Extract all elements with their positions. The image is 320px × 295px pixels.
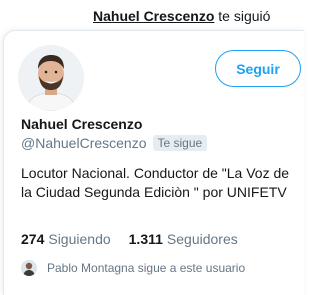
followed-by-text: Pablo Montagna sigue a este usuario [47, 261, 246, 275]
notification-action-text: te siguió [218, 8, 271, 24]
following-stat[interactable]: 274 Siguiendo [21, 231, 111, 247]
followers-count: 1.311 [128, 231, 163, 247]
notification-user-link[interactable]: Nahuel Crescenzo [93, 8, 214, 24]
profile-avatar[interactable] [18, 45, 84, 111]
follow-notification: Nahuel Crescenzo te siguió [93, 8, 270, 25]
profile-hover-card: Seguir Nahuel Crescenzo @NahuelCrescenzo… [3, 30, 304, 295]
profile-handle[interactable]: @NahuelCrescenzo [21, 135, 147, 151]
following-label: Siguiendo [48, 231, 111, 247]
profile-handle-row: @NahuelCrescenzo Te sigue [21, 135, 208, 151]
profile-stats: 274 Siguiendo 1.311 Seguidores [21, 231, 256, 247]
follower-avatar [21, 260, 37, 276]
following-count: 274 [21, 231, 45, 247]
avatar-photo-icon [18, 45, 84, 111]
followers-label: Seguidores [166, 231, 238, 247]
follows-you-badge: Te sigue [152, 135, 208, 151]
followed-by-row[interactable]: Pablo Montagna sigue a este usuario [21, 260, 245, 276]
profile-name[interactable]: Nahuel Crescenzo [21, 116, 142, 132]
profile-bio: Locutor Nacional. Conductor de "La Voz d… [21, 165, 290, 200]
followers-stat[interactable]: 1.311 Seguidores [129, 231, 238, 247]
follower-photo-icon [21, 260, 37, 276]
follow-button[interactable]: Seguir [215, 50, 301, 87]
